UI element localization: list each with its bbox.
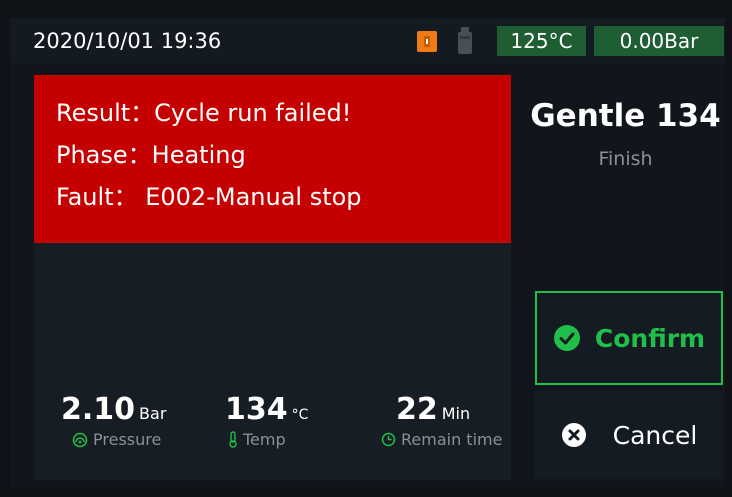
pressure-value: 2.10 xyxy=(61,392,136,427)
cancel-label: Cancel xyxy=(612,420,698,450)
temp-label: Temp xyxy=(228,430,286,449)
close-circle-icon xyxy=(561,423,586,447)
program-status: Finish xyxy=(598,148,653,170)
remain-time-value: 22 xyxy=(396,392,438,427)
door-open-icon xyxy=(417,31,437,52)
fault-line: Fault： E002-Manual stop xyxy=(56,183,362,211)
temperature-badge: 125°C xyxy=(497,26,586,56)
failure-result-box: Result：Cycle run failed! Phase：Heating F… xyxy=(34,75,511,243)
result-line: Result：Cycle run failed! xyxy=(56,99,352,127)
pressure-unit: Bar xyxy=(139,404,167,423)
temp-value: 134 xyxy=(225,392,288,427)
confirm-button[interactable]: Confirm xyxy=(535,291,723,385)
pressure-label: Pressure xyxy=(72,430,161,449)
remain-time-stat: 22 Min xyxy=(396,392,470,427)
pressure-badge: 0.00Bar xyxy=(594,26,724,56)
program-name: Gentle 134 xyxy=(530,98,721,134)
remain-time-label-text: Remain time xyxy=(401,430,503,449)
thermometer-icon xyxy=(229,431,237,448)
confirm-label: Confirm xyxy=(594,323,706,353)
gauge-icon xyxy=(72,432,88,447)
datetime: 2020/10/01 19:36 xyxy=(33,29,222,53)
bottle-icon xyxy=(458,27,472,54)
phase-line: Phase：Heating xyxy=(56,141,246,169)
temp-stat: 134 °C xyxy=(225,392,308,427)
clock-icon xyxy=(381,432,396,447)
cancel-button[interactable]: Cancel xyxy=(535,391,723,479)
temp-unit: °C xyxy=(291,407,309,423)
remain-time-unit: Min xyxy=(441,404,471,423)
remain-time-label: Remain time xyxy=(381,430,502,449)
check-circle-icon xyxy=(553,325,580,351)
pressure-stat: 2.10 Bar xyxy=(61,392,166,427)
pressure-label-text: Pressure xyxy=(93,430,162,449)
temp-label-text: Temp xyxy=(243,430,286,449)
